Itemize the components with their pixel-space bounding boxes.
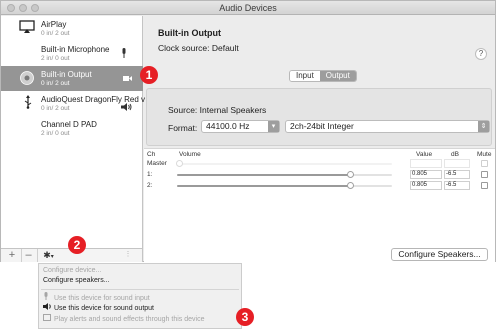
slider-knob-master [176,160,183,167]
bit-format-value: 2ch-24bit Integer [290,121,354,131]
slider-knob-1[interactable] [346,171,354,178]
device-item-channel-d-pad[interactable]: Channel D PAD 2 in/ 0 out [1,116,143,141]
add-device-button[interactable]: + [5,249,19,262]
microphone-icon [43,292,54,302]
output-default-icon [123,75,133,84]
device-item-airplay[interactable]: AirPlay 0 in/ 2 out [1,16,143,41]
channel-label-1: 1: [147,171,153,178]
audio-devices-window: Audio Devices AirPlay 0 in/ 2 out Built-… [0,0,496,262]
column-header-volume: Volume [179,151,201,158]
microphone-icon [121,48,127,60]
device-name: AirPlay [41,20,67,29]
resize-handle[interactable]: ⋮ [121,249,135,262]
callout-badge-1: 1 [140,66,158,84]
format-label: Format: [168,123,198,133]
sample-rate-select[interactable]: 44100.0 Hz ▾ [201,120,280,133]
format-panel: Source: Internal Speakers Format: 44100.… [146,88,492,146]
alert-icon [43,314,54,323]
chevron-updown-icon: ⇕ [478,121,489,132]
bit-format-select[interactable]: 2ch-24bit Integer ⇕ [285,120,490,133]
help-button[interactable]: ? [475,48,487,60]
value-field-1[interactable]: 0.805 [410,170,442,179]
remove-device-button[interactable]: – [21,249,35,262]
source-label: Source: Internal Speakers [168,105,267,115]
menu-item-label: Play alerts and sound effects through th… [54,316,205,323]
menu-item-label: Use this device for sound input [54,295,150,302]
io-tabs: Input Output [289,70,357,82]
window-title: Audio Devices [219,3,277,13]
menu-separator [41,289,239,290]
menu-item-label: Use this device for sound output [54,305,155,312]
db-field-1[interactable]: -6.5 [444,170,470,179]
device-channels: 2 in/ 0 out [41,55,70,62]
airplay-icon [19,20,35,34]
device-detail-pane: Built-in Output Clock source: Default ? … [144,16,495,262]
gear-menu-button[interactable]: ✱▾ [37,249,59,262]
volume-slider-1[interactable] [177,174,392,176]
clock-source: Clock source: Default [158,43,239,53]
column-header-mute: Mute [477,151,492,158]
device-item-audioquest-dragonfly[interactable]: AudioQuest DragonFly Red v 0 in/ 2 out [1,91,145,116]
db-field-2[interactable]: -6.5 [444,181,470,190]
column-header-value: Value [416,151,433,158]
device-channels: 2 in/ 0 out [41,130,70,137]
column-header-db: dB [451,151,459,158]
value-field-2[interactable]: 0.805 [410,181,442,190]
usb-icon [23,95,39,109]
mute-checkbox-1[interactable] [481,171,488,178]
chevron-down-icon: ▾ [50,254,54,260]
menu-item-use-for-input: Use this device for sound input [43,292,150,302]
slider-knob-2[interactable] [346,182,354,189]
mute-checkbox-2[interactable] [481,182,488,189]
sample-rate-value: 44100.0 Hz [206,121,250,131]
volume-slider-2[interactable] [177,185,392,187]
column-header-ch: Ch [147,151,156,158]
device-channels: 0 in/ 2 out [41,105,70,112]
callout-badge-2: 2 [68,236,86,254]
gear-dropdown-menu: Configure device... Configure speakers..… [38,263,242,329]
gear-icon: ✱ [43,250,51,260]
mute-checkbox-master [481,160,488,167]
menu-item-use-for-output[interactable]: Use this device for sound output [43,303,154,312]
speaker-output-icon [121,103,132,113]
device-name: Built-in Output [41,70,92,79]
device-channels: 0 in/ 2 out [41,80,70,87]
channel-label-master: Master [147,160,167,167]
device-item-built-in-output[interactable]: Built-in Output 0 in/ 2 out [1,66,143,91]
tab-input[interactable]: Input [290,71,320,81]
menu-item-play-alerts: Play alerts and sound effects through th… [43,314,204,323]
callout-badge-3: 3 [236,308,254,326]
device-name: Channel D PAD [41,120,97,129]
device-channels: 0 in/ 2 out [41,30,70,37]
menu-item-configure-speakers[interactable]: Configure speakers... [43,277,110,284]
value-field-master [410,159,442,168]
device-list: AirPlay 0 in/ 2 out Built-in Microphone … [1,16,145,248]
configure-speakers-button[interactable]: Configure Speakers... [391,248,488,261]
device-name: Built-in Microphone [41,45,110,54]
speaker-icon [43,303,54,312]
device-item-built-in-microphone[interactable]: Built-in Microphone 2 in/ 0 out [1,41,143,66]
device-title: Built-in Output [158,28,221,38]
speaker-icon [19,71,35,85]
chevron-down-icon: ▾ [268,121,279,132]
menu-item-configure-device: Configure device... [43,267,102,274]
tab-output[interactable]: Output [319,71,356,81]
db-field-master [444,159,470,168]
channel-label-2: 2: [147,182,153,189]
volume-slider-master [177,163,392,165]
title-bar[interactable]: Audio Devices [1,1,495,15]
volume-table: Ch Volume Value dB Mute Master 1: 0.805 … [144,148,495,262]
